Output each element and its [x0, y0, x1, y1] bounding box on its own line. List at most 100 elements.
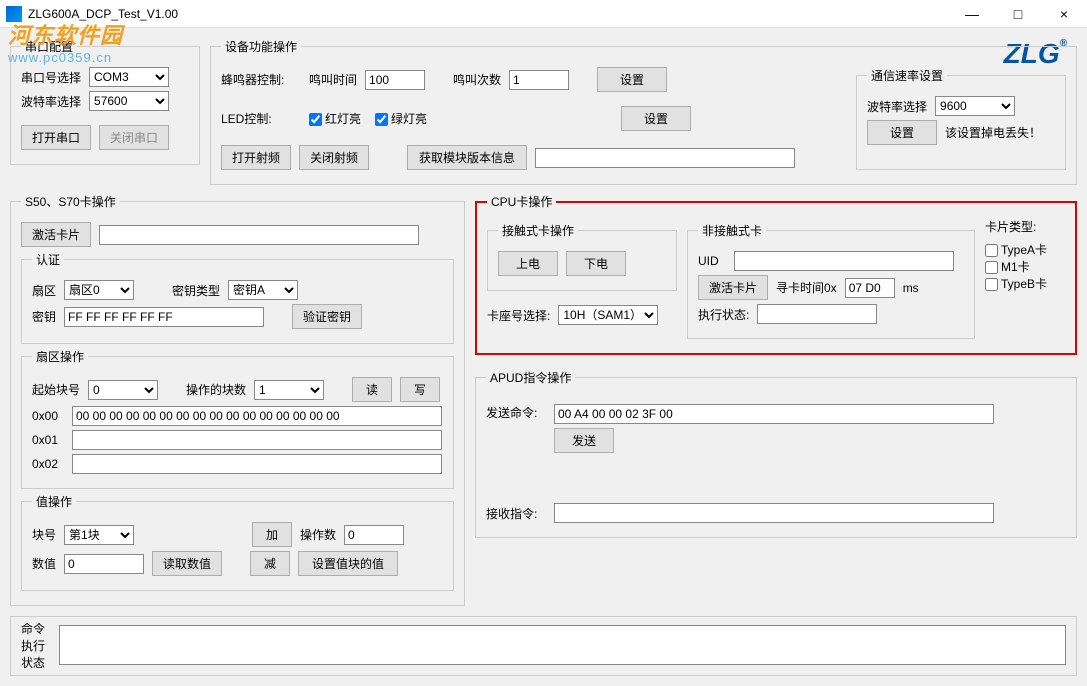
cmd-status-label: 命令 执行 状态 — [21, 620, 51, 671]
auth-group: 认证 扇区 扇区0 密钥类型 密钥A 密钥 验证密钥 — [21, 251, 454, 344]
led-set-button[interactable]: 设置 — [621, 106, 691, 131]
contact-card-group: 接触式卡操作 上电 下电 — [487, 222, 677, 291]
opcount-input[interactable] — [344, 525, 404, 545]
baud-label: 波特率选择 — [21, 93, 81, 110]
row0-label: 0x00 — [32, 409, 64, 423]
m1-label: M1卡 — [985, 260, 1030, 274]
poweroff-button[interactable]: 下电 — [566, 251, 626, 276]
uid-label: UID — [698, 254, 726, 268]
key-input[interactable] — [64, 307, 264, 327]
cardtype-title: 卡片类型: — [985, 218, 1065, 235]
row0-input[interactable] — [72, 406, 442, 426]
close-button[interactable]: × — [1041, 0, 1087, 28]
value-input[interactable] — [64, 554, 144, 574]
send-button[interactable]: 发送 — [554, 428, 614, 453]
vblock-label: 块号 — [32, 526, 56, 543]
serial-config-title: 串口配置 — [21, 38, 77, 55]
cmd-status-group: 命令 执行 状态 — [10, 616, 1077, 676]
add-button[interactable]: 加 — [252, 522, 292, 547]
typea-checkbox[interactable] — [985, 244, 998, 257]
minimize-button[interactable]: — — [949, 0, 995, 28]
seek-input[interactable] — [845, 278, 895, 298]
activate-card-output[interactable] — [99, 225, 419, 245]
recv-label: 接收指令: — [486, 505, 546, 522]
commrate-baud-select[interactable]: 9600 — [935, 96, 1015, 116]
apdu-group: APUD指令操作 发送命令: 发送 接收指令: — [475, 369, 1077, 538]
ring-count-input[interactable] — [509, 70, 569, 90]
cmd-status-output[interactable] — [59, 625, 1066, 665]
sectorop-group: 扇区操作 起始块号 0 操作的块数 1 读 写 0x00 0x01 0x02 — [21, 348, 454, 489]
open-rf-button[interactable]: 打开射频 — [221, 145, 291, 170]
row2-input[interactable] — [72, 454, 442, 474]
startblock-select[interactable]: 0 — [88, 380, 158, 400]
startblock-label: 起始块号 — [32, 381, 80, 398]
serial-config-group: 串口配置 串口号选择 COM3 波特率选择 57600 打开串口 关闭串口 — [10, 38, 200, 165]
titlebar: ZLG600A_DCP_Test_V1.00 — □ × — [0, 0, 1087, 28]
nc-activate-button[interactable]: 激活卡片 — [698, 275, 768, 300]
get-version-button[interactable]: 获取模块版本信息 — [407, 145, 527, 170]
sectorop-title: 扇区操作 — [32, 348, 88, 365]
poweron-button[interactable]: 上电 — [498, 251, 558, 276]
app-icon — [6, 6, 22, 22]
sub-button[interactable]: 减 — [250, 551, 290, 576]
s50-title: S50、S70卡操作 — [21, 193, 120, 210]
row1-input[interactable] — [72, 430, 442, 450]
cpu-ops-group: CPU卡操作 接触式卡操作 上电 下电 卡座号选择: 10H（SAM1） — [475, 193, 1077, 355]
recv-output[interactable] — [554, 503, 994, 523]
red-led-checkbox[interactable] — [309, 113, 322, 126]
commrate-baud-label: 波特率选择 — [867, 98, 927, 115]
apdu-title: APUD指令操作 — [486, 369, 575, 386]
port-select[interactable]: COM3 — [89, 67, 169, 87]
seek-label: 寻卡时间0x — [776, 279, 837, 296]
read-button[interactable]: 读 — [352, 377, 392, 402]
vblock-select[interactable]: 第1块 — [64, 525, 134, 545]
ring-time-label: 鸣叫时间 — [309, 71, 357, 88]
close-rf-button[interactable]: 关闭射频 — [299, 145, 369, 170]
send-label: 发送命令: — [486, 404, 546, 421]
device-ops-group: 设备功能操作 蜂鸣器控制: 鸣叫时间 鸣叫次数 设置 LED控制: 红灯亮 绿灯… — [210, 38, 1077, 185]
valueop-group: 值操作 块号 第1块 加 操作数 数值 读取数值 减 设置值块的值 — [21, 493, 454, 591]
version-output[interactable] — [535, 148, 795, 168]
auth-title: 认证 — [32, 251, 64, 268]
open-serial-button[interactable]: 打开串口 — [21, 125, 91, 150]
commrate-group: 通信速率设置 波特率选择 9600 设置 该设置掉电丢失！ — [856, 67, 1066, 170]
typea-label: TypeA卡 — [985, 243, 1047, 257]
green-led-checkbox[interactable] — [375, 113, 388, 126]
slot-select[interactable]: 10H（SAM1） — [558, 305, 658, 325]
baud-select[interactable]: 57600 — [89, 91, 169, 111]
keytype-label: 密钥类型 — [172, 282, 220, 299]
uid-output[interactable] — [734, 251, 954, 271]
verify-key-button[interactable]: 验证密钥 — [292, 304, 362, 329]
keytype-select[interactable]: 密钥A — [228, 280, 298, 300]
buzzer-label: 蜂鸣器控制: — [221, 71, 301, 88]
sector-label: 扇区 — [32, 282, 56, 299]
led-label: LED控制: — [221, 110, 301, 127]
send-input[interactable] — [554, 404, 994, 424]
blockcount-select[interactable]: 1 — [254, 380, 324, 400]
row2-label: 0x02 — [32, 457, 64, 471]
setvalue-button[interactable]: 设置值块的值 — [298, 551, 398, 576]
buzzer-set-button[interactable]: 设置 — [597, 67, 667, 92]
typeb-label: TypeB卡 — [985, 277, 1047, 291]
red-led-checkbox-label: 红灯亮 — [309, 110, 361, 127]
contact-card-title: 接触式卡操作 — [498, 222, 578, 239]
opcount-label: 操作数 — [300, 526, 336, 543]
close-serial-button[interactable]: 关闭串口 — [99, 125, 169, 150]
write-button[interactable]: 写 — [400, 377, 440, 402]
readvalue-button[interactable]: 读取数值 — [152, 551, 222, 576]
maximize-button[interactable]: □ — [995, 0, 1041, 28]
device-ops-title: 设备功能操作 — [221, 38, 301, 55]
s50-group: S50、S70卡操作 激活卡片 认证 扇区 扇区0 密钥类型 密钥A 密钥 验证… — [10, 193, 465, 606]
commrate-note: 该设置掉电丢失！ — [945, 124, 1025, 141]
sector-select[interactable]: 扇区0 — [64, 280, 134, 300]
m1-checkbox[interactable] — [985, 261, 998, 274]
value-label: 数值 — [32, 555, 56, 572]
exec-status-output[interactable] — [757, 304, 877, 324]
ring-time-input[interactable] — [365, 70, 425, 90]
activate-card-button[interactable]: 激活卡片 — [21, 222, 91, 247]
key-label: 密钥 — [32, 308, 56, 325]
commrate-set-button[interactable]: 设置 — [867, 120, 937, 145]
noncontact-card-title: 非接触式卡 — [698, 222, 766, 239]
blockcount-label: 操作的块数 — [186, 381, 246, 398]
typeb-checkbox[interactable] — [985, 278, 998, 291]
